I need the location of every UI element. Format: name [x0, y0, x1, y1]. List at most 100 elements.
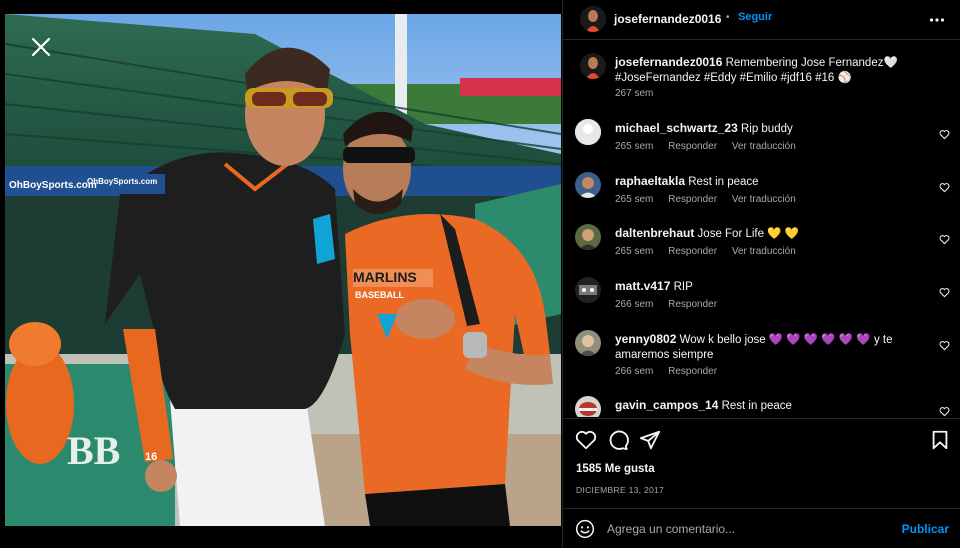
add-comment-bar: Publicar [563, 508, 960, 548]
comment-like-button[interactable] [939, 338, 950, 351]
close-icon [31, 37, 51, 57]
comment-item: raphaeltakla Rest in peace 265 sem Respo… [563, 172, 960, 216]
commenter-avatar[interactable] [575, 396, 601, 417]
comment-button[interactable] [607, 429, 629, 451]
reply-button[interactable]: Responder [668, 366, 717, 377]
translate-button[interactable]: Ver traducción [732, 246, 796, 257]
heart-icon [939, 130, 950, 140]
avatar-image [580, 6, 606, 32]
comment-body: michael_schwartz_23 Rip buddy [615, 121, 925, 137]
commenter-avatar[interactable] [575, 172, 601, 198]
commenter-avatar[interactable] [575, 330, 601, 356]
post-media: OhBoySports.com OhBoySports.com MARLINS … [0, 0, 562, 548]
comment-body: daltenbrehaut Jose For Life 💛 💛 [615, 226, 925, 242]
jersey-text: MARLINS [353, 269, 417, 285]
reply-button[interactable]: Responder [668, 141, 717, 152]
author-username[interactable]: josefernandez0016 [614, 12, 721, 26]
heart-icon [939, 183, 950, 193]
comment-time: 265 sem [615, 246, 654, 257]
avatar-image [575, 396, 601, 417]
comment-meta: 266 sem Responder [615, 366, 729, 377]
emoji-button[interactable] [575, 519, 595, 539]
jersey-text-2: BASEBALL [355, 290, 405, 300]
comment-time: 266 sem [615, 366, 654, 377]
comment-like-button[interactable] [939, 180, 950, 193]
comment-text: RIP [673, 281, 693, 293]
comment-username[interactable]: daltenbrehaut [615, 226, 694, 240]
comment-like-button[interactable] [939, 127, 950, 140]
comment-username[interactable]: michael_schwartz_23 [615, 121, 738, 135]
comment-meta: 265 sem Responder Ver traducción [615, 246, 808, 257]
photo-illustration: OhBoySports.com OhBoySports.com MARLINS … [5, 14, 561, 526]
comment-input[interactable] [607, 520, 887, 538]
more-horizontal-icon [929, 18, 945, 22]
banner-text-2: OhBoySports.com [87, 177, 157, 186]
heart-icon [939, 407, 950, 417]
comment-time: 265 sem [615, 194, 654, 205]
comment-username[interactable]: matt.v417 [615, 279, 670, 293]
author-avatar[interactable] [580, 6, 606, 32]
more-options-button[interactable] [929, 12, 945, 28]
translate-button[interactable]: Ver traducción [732, 141, 796, 152]
banner-text: OhBoySports.com [9, 180, 97, 191]
comment-username[interactable]: raphaeltakla [615, 174, 685, 188]
translate-button[interactable]: Ver traducción [732, 194, 796, 205]
avatar-image [580, 53, 606, 79]
post-date: DICIEMBRE 13, 2017 [576, 485, 665, 495]
comment-item: yenny0802 Wow k bello jose 💜 💜 💜 💜 💜 💜 y… [563, 330, 960, 390]
heart-icon [575, 431, 597, 450]
commenter-avatar[interactable] [575, 119, 601, 145]
likes-count[interactable]: 1585 Me gusta [576, 463, 655, 475]
arm-number: 16 [145, 451, 157, 463]
close-button[interactable] [28, 34, 54, 60]
header-separator: • [726, 12, 730, 23]
commenter-avatar[interactable] [575, 277, 601, 303]
post-panel: josefernandez0016 • Seguir josefernandez [562, 0, 960, 548]
comment-meta: 265 sem Responder Ver traducción [615, 194, 808, 205]
share-button[interactable] [639, 429, 661, 451]
avatar-image [575, 277, 601, 303]
reply-button[interactable]: Responder [668, 299, 717, 310]
comment-text: Rest in peace [688, 176, 759, 188]
comment-meta: 265 sem Responder Ver traducción [615, 141, 808, 152]
send-icon [639, 430, 661, 450]
caption-time: 267 sem [615, 88, 654, 99]
post-actions: 1585 Me gusta DICIEMBRE 13, 2017 [563, 418, 960, 508]
comment-text: Jose For Life 💛 💛 [697, 228, 800, 240]
comments-list[interactable]: josefernandez0016 Remembering Jose Ferna… [563, 41, 960, 417]
save-button[interactable] [929, 429, 951, 451]
comment-body: gavin_campos_14 Rest in peace [615, 398, 925, 414]
publish-button[interactable]: Publicar [902, 522, 949, 536]
caption-body: josefernandez0016 Remembering Jose Ferna… [615, 55, 915, 86]
follow-button[interactable]: Seguir [738, 11, 772, 23]
post-header: josefernandez0016 • Seguir [563, 0, 960, 40]
comment-like-button[interactable] [939, 285, 950, 298]
caption-avatar[interactable] [580, 53, 606, 79]
emoji-icon [575, 519, 595, 539]
comment-icon [609, 430, 629, 451]
reply-button[interactable]: Responder [668, 246, 717, 257]
comment-like-button[interactable] [939, 404, 950, 417]
comment-time: 265 sem [615, 141, 654, 152]
comment-meta: 266 sem Responder [615, 299, 729, 310]
commenter-avatar[interactable] [575, 224, 601, 250]
comment-item: gavin_campos_14 Rest in peace [563, 396, 960, 417]
comment-time: 266 sem [615, 299, 654, 310]
comment-body: yenny0802 Wow k bello jose 💜 💜 💜 💜 💜 💜 y… [615, 332, 925, 363]
comment-username[interactable]: yenny0802 [615, 332, 676, 346]
wall-text: BB [67, 428, 120, 473]
comment-text: Rip buddy [740, 123, 793, 135]
heart-icon [939, 341, 950, 351]
caption-username[interactable]: josefernandez0016 [615, 55, 722, 69]
reply-button[interactable]: Responder [668, 194, 717, 205]
comment-username[interactable]: gavin_campos_14 [615, 398, 718, 412]
comment-like-button[interactable] [939, 232, 950, 245]
comment-body: matt.v417 RIP [615, 279, 925, 295]
like-button[interactable] [575, 429, 597, 451]
comment-text: Rest in peace [721, 400, 792, 412]
comment-body: raphaeltakla Rest in peace [615, 174, 925, 190]
comment-item: matt.v417 RIP 266 sem Responder [563, 277, 960, 321]
bookmark-icon [932, 430, 948, 450]
caption: josefernandez0016 Remembering Jose Ferna… [563, 53, 960, 113]
comment-item: daltenbrehaut Jose For Life 💛 💛 265 sem … [563, 224, 960, 268]
